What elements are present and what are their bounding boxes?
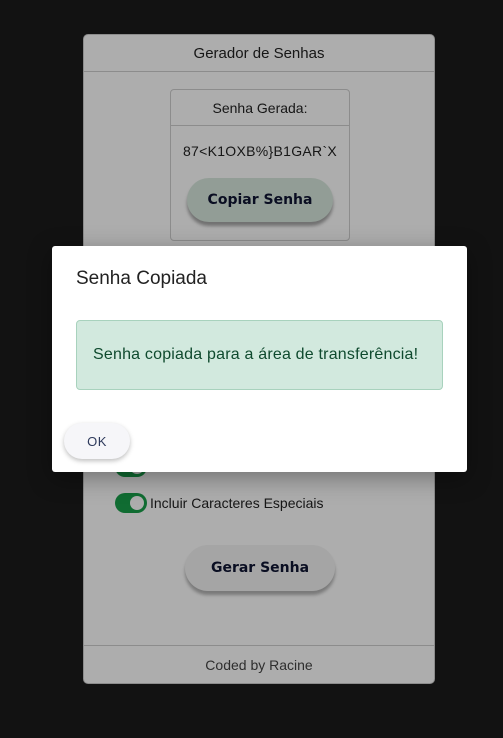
success-alert: Senha copiada para a área de transferênc…: [76, 320, 443, 390]
dialog-title: Senha Copiada: [76, 268, 207, 289]
ok-button[interactable]: OK: [64, 423, 130, 459]
copied-dialog: Senha Copiada Senha copiada para a área …: [52, 246, 467, 472]
success-message: Senha copiada para a área de transferênc…: [93, 346, 419, 363]
